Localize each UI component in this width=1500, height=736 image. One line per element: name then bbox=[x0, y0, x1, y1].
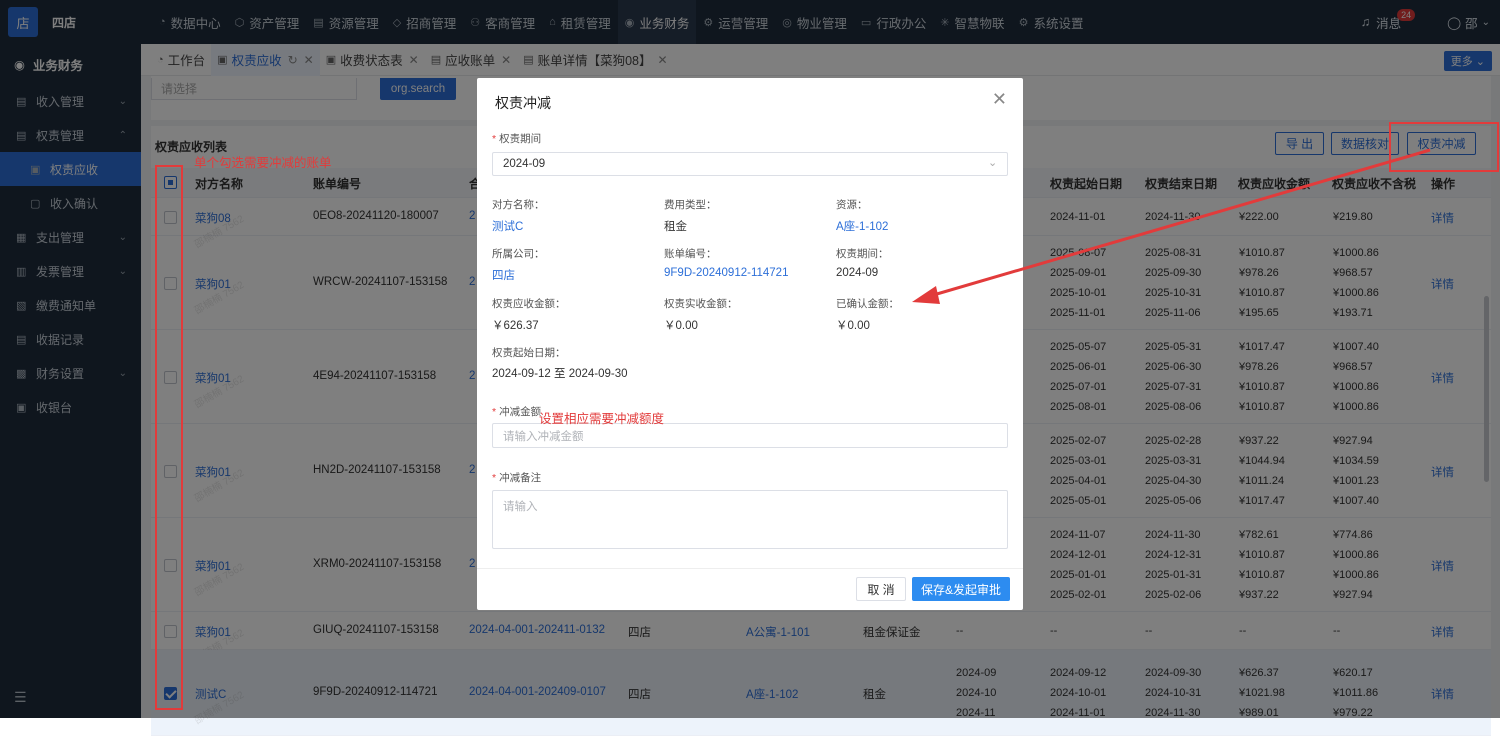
annotation-arrow bbox=[912, 148, 1431, 304]
